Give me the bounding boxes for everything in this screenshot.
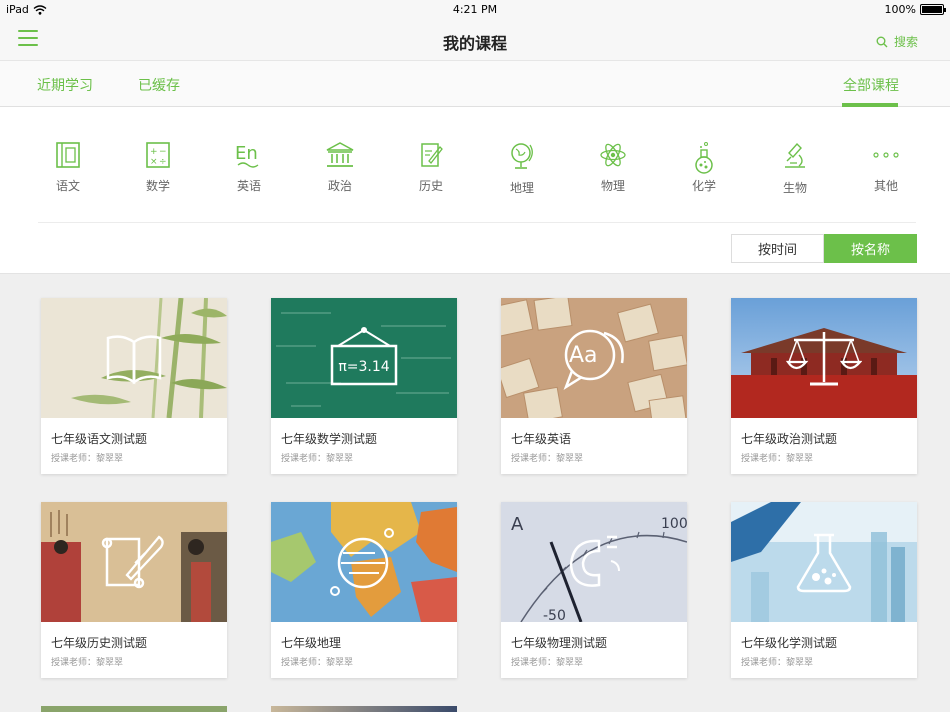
subject-english[interactable]: En 英语 [219, 141, 279, 194]
course-card-math[interactable]: π=3.14 七年级数学测试题 授课老师：黎翠翠 [271, 298, 457, 474]
course-thumbnail: Aa [501, 298, 687, 418]
microscope-icon [785, 142, 805, 168]
svg-text:×: × [150, 157, 158, 167]
course-teacher: 授课老师：黎翠翠 [741, 454, 814, 464]
pi-text: π=3.14 [338, 359, 390, 375]
course-title: 七年级地理 [281, 636, 342, 650]
subject-geography[interactable]: 地理 [492, 141, 552, 196]
quill-paper-icon [421, 143, 443, 167]
svg-text:+: + [150, 147, 158, 157]
divider [38, 222, 916, 223]
status-bar: iPad 4:21 PM 100% [0, 0, 950, 20]
course-teacher: 授课老师：黎翠翠 [741, 658, 814, 668]
course-card-partial[interactable] [271, 706, 457, 712]
course-title: 七年级英语 [511, 432, 572, 446]
calculator-icon: + − × ÷ [146, 142, 170, 168]
course-card-chinese[interactable]: 七年级语文测试题 授课老师：黎翠翠 [41, 298, 227, 474]
course-teacher: 授课老师：黎翠翠 [51, 658, 124, 668]
chalkboard-pi-icon [330, 327, 398, 386]
course-thumbnail [731, 502, 917, 622]
course-title: 七年级物理测试题 [511, 636, 608, 650]
lab-flask-icon [796, 533, 852, 593]
search-label: 搜索 [893, 35, 918, 49]
subject-other[interactable]: 其他 [856, 141, 916, 194]
course-teacher: 授课老师：黎翠翠 [511, 658, 584, 668]
scroll-quill-icon [101, 535, 164, 589]
justice-scale-icon [786, 332, 862, 386]
course-thumbnail [41, 502, 227, 622]
subject-label: 语文 [55, 179, 80, 193]
subject-label: 地理 [509, 181, 534, 195]
subject-filter: 语文 + − × ÷ 数学 En 英语 政治 历史 地理 物理 化学 生物 其他… [0, 107, 950, 274]
nav-bar: 我的课程 搜索 [0, 20, 950, 60]
svg-text:En: En [235, 143, 258, 164]
svg-text:-50: -50 [543, 608, 566, 622]
course-thumbnail [271, 502, 457, 622]
subject-biology[interactable]: 生物 [765, 141, 825, 196]
status-time: 4:21 PM [452, 3, 498, 16]
tab-recent[interactable]: 近期学习 [37, 75, 93, 95]
tab-cached[interactable]: 已缓存 [138, 75, 180, 95]
course-thumbnail: π=3.14 [271, 298, 457, 418]
course-card-politics[interactable]: 七年级政治测试题 授课老师：黎翠翠 [731, 298, 917, 474]
course-card-physics[interactable]: A 100 -50 七年级物理测试题 授课老师：黎翠翠 [501, 502, 687, 678]
course-teacher: 授课老师：黎翠翠 [51, 454, 124, 464]
planet-icon [330, 528, 394, 596]
open-book-icon [106, 335, 162, 385]
course-title: 七年级语文测试题 [51, 432, 148, 446]
subject-physics[interactable]: 物理 [583, 141, 643, 194]
course-teacher: 授课老师：黎翠翠 [511, 454, 584, 464]
course-thumbnail: A 100 -50 [501, 502, 687, 622]
subject-label: 其他 [873, 179, 898, 193]
course-teacher: 授课老师：黎翠翠 [281, 658, 354, 668]
globe-icon [511, 143, 533, 169]
svg-text:100: 100 [661, 516, 687, 532]
subject-history[interactable]: 历史 [401, 141, 461, 194]
subject-label: 政治 [327, 179, 352, 193]
course-card-partial[interactable] [41, 706, 227, 712]
atom-icon [600, 143, 626, 167]
course-thumbnail [731, 298, 917, 418]
subject-label: 历史 [418, 179, 443, 193]
subject-label: 化学 [691, 179, 716, 193]
battery-icon [920, 4, 946, 15]
battery-percent: 100% [884, 3, 916, 16]
subject-label: 英语 [236, 179, 261, 193]
svg-text:÷: ÷ [159, 157, 167, 167]
government-building-icon [326, 142, 354, 167]
course-card-chemistry[interactable]: 七年级化学测试题 授课老师：黎翠翠 [731, 502, 917, 678]
course-tabs: 近期学习 已缓存 全部课程 [0, 60, 950, 107]
search-icon [876, 36, 888, 47]
sort-toggle: 按时间 按名称 [731, 234, 917, 263]
course-title: 七年级化学测试题 [741, 636, 838, 650]
course-card-history[interactable]: 七年级历史测试题 授课老师：黎翠翠 [41, 502, 227, 678]
more-dots-icon [873, 152, 899, 158]
course-thumbnail [41, 298, 227, 418]
sort-by-time-button[interactable]: 按时间 [731, 234, 824, 263]
subject-chinese[interactable]: 语文 [38, 141, 98, 194]
svg-text:−: − [159, 147, 167, 157]
search-button[interactable]: 搜索 [876, 33, 918, 50]
subject-label: 物理 [600, 179, 625, 193]
tab-all-courses[interactable]: 全部课程 [843, 75, 899, 95]
subject-chemistry[interactable]: 化学 [674, 141, 734, 194]
course-title: 七年级历史测试题 [51, 636, 148, 650]
page-title: 我的课程 [442, 34, 507, 53]
subject-label: 数学 [145, 179, 170, 193]
svg-text:A: A [511, 514, 524, 535]
subject-math[interactable]: + − × ÷ 数学 [128, 141, 188, 194]
sort-by-name-button[interactable]: 按名称 [824, 234, 917, 263]
aa-text: Aa [569, 343, 598, 368]
course-card-geography[interactable]: 七年级地理 授课老师：黎翠翠 [271, 502, 457, 678]
flask-icon [695, 142, 713, 174]
course-card-english[interactable]: Aa 七年级英语 授课老师：黎翠翠 [501, 298, 687, 474]
subject-politics[interactable]: 政治 [310, 141, 370, 194]
course-teacher: 授课老师：黎翠翠 [281, 454, 354, 464]
english-letters-icon: En [235, 143, 259, 168]
book-icon [56, 142, 80, 168]
magnet-icon [569, 535, 620, 587]
course-title: 七年级政治测试题 [741, 432, 838, 446]
course-title: 七年级数学测试题 [281, 432, 378, 446]
subject-label: 生物 [782, 181, 807, 195]
